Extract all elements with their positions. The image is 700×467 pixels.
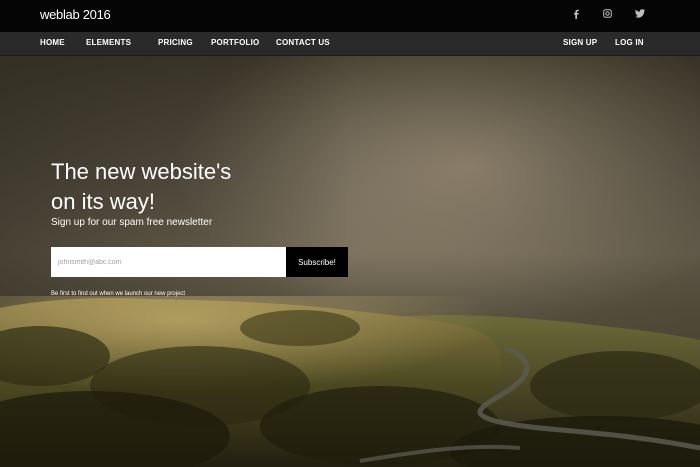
nav-home[interactable]: HOME [40, 38, 65, 47]
instagram-icon[interactable] [603, 9, 612, 18]
hero-subline: Sign up for our spam free newsletter [51, 217, 213, 228]
launch-note: Be first to find out when we launch our … [51, 291, 186, 297]
nav-sign-up[interactable]: SIGN UP [563, 38, 597, 47]
headline-line-2: on its way! [51, 189, 155, 214]
nav-pricing[interactable]: PRICING [158, 38, 193, 47]
main-nav: HOME ELEMENTS PRICING PORTFOLIO CONTACT … [0, 32, 700, 56]
hero-section: The new website's on its way! Sign up fo… [0, 56, 700, 467]
twitter-icon[interactable] [635, 9, 645, 18]
subscribe-button[interactable]: Subscribe! [286, 247, 348, 277]
facebook-icon[interactable] [573, 9, 579, 19]
nav-log-in[interactable]: LOG IN [615, 38, 644, 47]
nav-elements[interactable]: ELEMENTS [86, 38, 131, 47]
headline-line-1: The new website's [51, 159, 232, 184]
top-bar: weblab 2016 [0, 0, 700, 32]
hero-headline: The new website's on its way! [51, 157, 281, 217]
nav-portfolio[interactable]: PORTFOLIO [211, 38, 259, 47]
nav-contact-us[interactable]: CONTACT US [276, 38, 330, 47]
email-input[interactable] [51, 247, 286, 277]
site-logo[interactable]: weblab 2016 [40, 7, 111, 22]
